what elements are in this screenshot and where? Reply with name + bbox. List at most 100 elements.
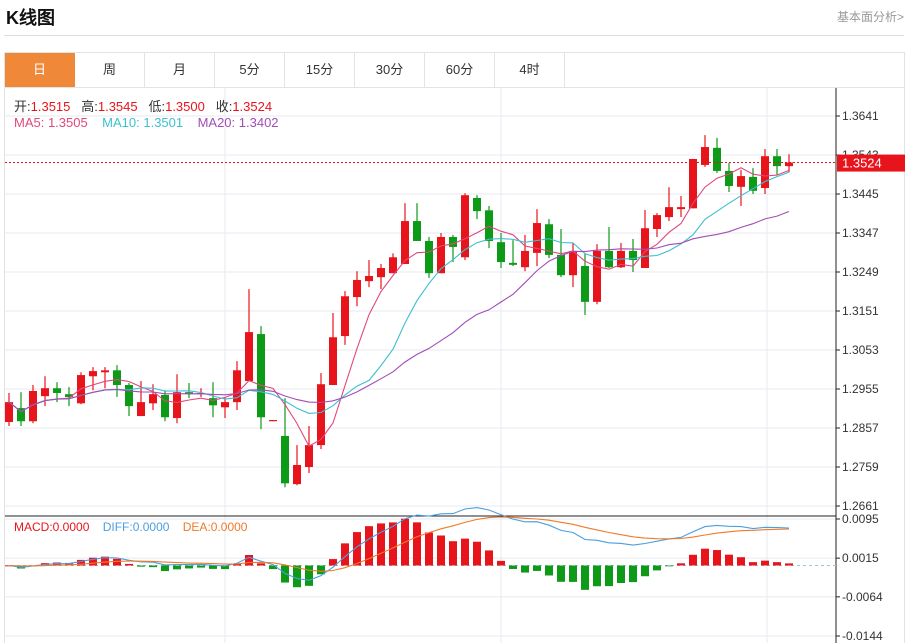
macd-bar <box>245 554 253 566</box>
macd-bar <box>785 563 793 566</box>
macd-bar <box>677 563 685 566</box>
low-label: 低: <box>148 99 166 114</box>
macd-bar <box>749 562 757 566</box>
low-value: 1.3500 <box>165 99 205 114</box>
macd-legend: MACD:0.0000 DIFF:0.0000 DEA:0.0000 <box>14 520 247 534</box>
candle-up <box>665 207 673 218</box>
macd-bar <box>533 565 541 571</box>
macd-bar <box>713 550 721 566</box>
close-label: 收: <box>215 99 233 114</box>
macd-bar <box>149 565 157 568</box>
price-tick-label: 1.2955 <box>842 382 879 396</box>
candle-down <box>581 266 589 302</box>
macd-bar <box>497 560 505 566</box>
macd-bar <box>185 565 193 569</box>
candle-down <box>257 334 265 418</box>
high-value: 1.3545 <box>97 99 138 114</box>
candle-down <box>449 236 457 247</box>
candle-up <box>521 250 529 268</box>
macd-bar <box>557 565 565 582</box>
macd-bar <box>305 565 313 586</box>
macd-bar <box>209 565 217 569</box>
candle-down <box>113 370 121 386</box>
macd-bar <box>509 565 517 569</box>
macd-bar <box>257 563 265 566</box>
candle-up <box>365 275 373 282</box>
macd-bar <box>653 565 661 571</box>
high-label: 高: <box>81 99 98 114</box>
price-tick-label: 1.3445 <box>842 187 879 201</box>
price-tick-label: 1.2661 <box>842 499 879 513</box>
price-tick-label: 1.3347 <box>842 226 879 240</box>
candle-up <box>221 402 229 408</box>
candle-up <box>689 158 697 209</box>
macd-tick-label: -0.0144 <box>842 629 883 643</box>
macd-bar <box>773 562 781 566</box>
candle-up <box>41 388 49 397</box>
macd-bar <box>641 565 649 577</box>
macd-bar <box>521 565 529 573</box>
candle-up <box>569 250 577 276</box>
candle-down <box>773 156 781 167</box>
candle-up <box>293 465 301 485</box>
macd-bar <box>545 565 553 576</box>
price-tick-label: 1.2759 <box>842 460 879 474</box>
price-tick-label: 1.3151 <box>842 304 879 318</box>
candle-down <box>281 435 289 484</box>
candle-up <box>785 162 793 167</box>
candle-down <box>497 242 505 263</box>
candle-up <box>137 402 145 417</box>
macd-value: MACD:0.0000 <box>14 520 90 534</box>
macd-bar <box>593 565 601 587</box>
macd-bar <box>137 565 145 567</box>
macd-bar <box>725 554 733 566</box>
candle-up <box>173 392 181 419</box>
candle-up <box>401 221 409 265</box>
open-value: 1.3515 <box>30 99 71 114</box>
candle-up <box>341 296 349 337</box>
macd-bar <box>485 550 493 566</box>
candle-down <box>413 221 421 241</box>
macd-bar <box>665 565 673 567</box>
macd-bar <box>413 522 421 566</box>
price-tick-label: 1.2857 <box>842 421 879 435</box>
macd-bar <box>569 565 577 582</box>
candle-up <box>377 268 385 278</box>
close-value: 1.3524 <box>232 99 273 114</box>
macd-bar <box>197 565 205 568</box>
candle-up <box>677 207 685 210</box>
candle-down <box>725 170 733 187</box>
ma10-value: MA10: 1.3501 <box>102 115 184 130</box>
macd-tick-label: 0.0095 <box>842 512 879 526</box>
price-tick-label: 1.3249 <box>842 265 879 279</box>
macd-bar <box>437 535 445 566</box>
macd-bar <box>377 523 385 566</box>
ma20-value: MA20: 1.3402 <box>197 115 279 130</box>
macd-bar <box>125 563 133 566</box>
macd-bar <box>389 522 397 566</box>
macd-tick-label: -0.0064 <box>842 590 883 604</box>
candle-up <box>653 215 661 230</box>
candle-down <box>473 197 481 212</box>
candle-down <box>125 385 133 407</box>
macd-bar <box>461 538 469 566</box>
diff-value: DIFF:0.0000 <box>102 520 170 534</box>
macd-bar <box>701 548 709 566</box>
macd-bar <box>113 558 121 566</box>
candle-up <box>269 420 277 422</box>
macd-bar <box>581 565 589 590</box>
ma-legend: MA5: 1.3505 MA10: 1.3501 MA20: 1.3402 <box>14 115 279 130</box>
candle-down <box>509 262 517 265</box>
last-price-label: 1.3524 <box>842 156 882 171</box>
macd-bar <box>617 565 625 583</box>
candle-down <box>425 240 433 274</box>
macd-bar <box>473 541 481 566</box>
macd-bar <box>737 557 745 566</box>
candle-up <box>305 445 313 467</box>
candle-up <box>329 337 337 386</box>
candle-up <box>353 279 361 298</box>
candle-up <box>437 236 445 274</box>
candle-up <box>245 332 253 382</box>
ohlc-legend: 开:1.3515 高:1.3545 低:1.3500 收:1.3524 <box>14 96 272 115</box>
macd-bar <box>173 565 181 570</box>
